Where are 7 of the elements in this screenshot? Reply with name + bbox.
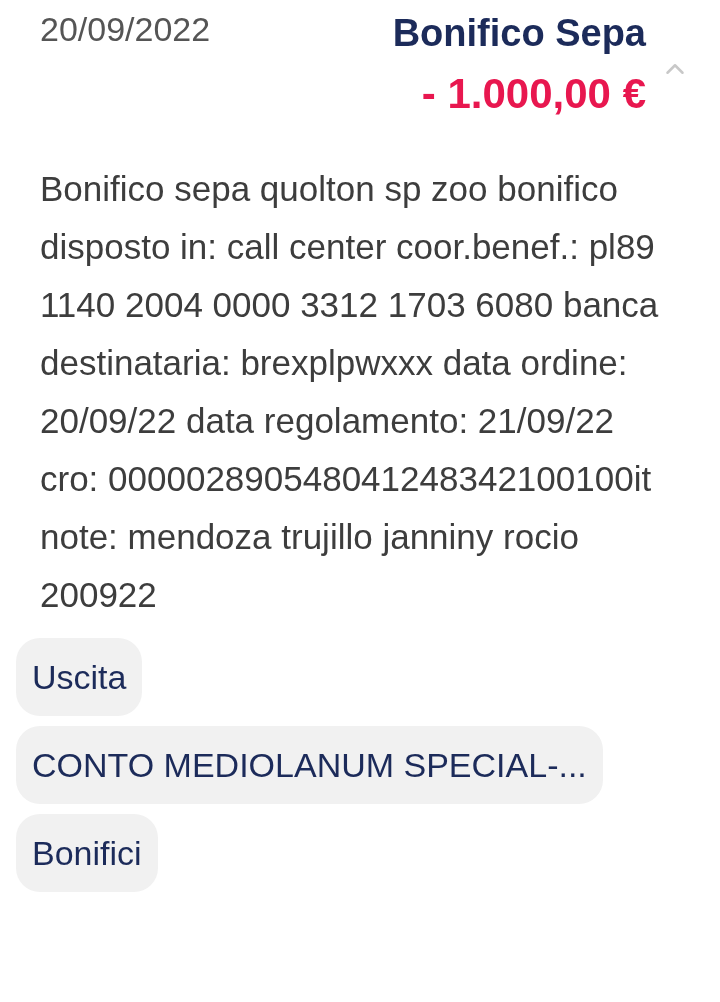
transaction-title: Bonifico Sepa: [392, 11, 646, 56]
tag-chip: Bonifici: [16, 814, 158, 892]
transaction-description: Bonifico sepa quolton sp zoo bonifico disposto in: call center coor.benef.: pl89 1140 2004 0000 3312 1703 6080 banca destinataria: brexplpwxxx data ordine: 20/09/22 data regolamento: 21/09/22 cro: 000002890548041248342100100it note: mendoza trujillo janniny rocio 200922: [39, 168, 660, 616]
tag-chip: Uscita: [16, 638, 143, 716]
transaction-amount: - 1.000,00 €: [421, 69, 646, 119]
tag-chip: CONTO MEDIOLANUM SPECIAL-...: [16, 726, 603, 804]
transaction-date: 20/09/2022: [40, 9, 211, 50]
